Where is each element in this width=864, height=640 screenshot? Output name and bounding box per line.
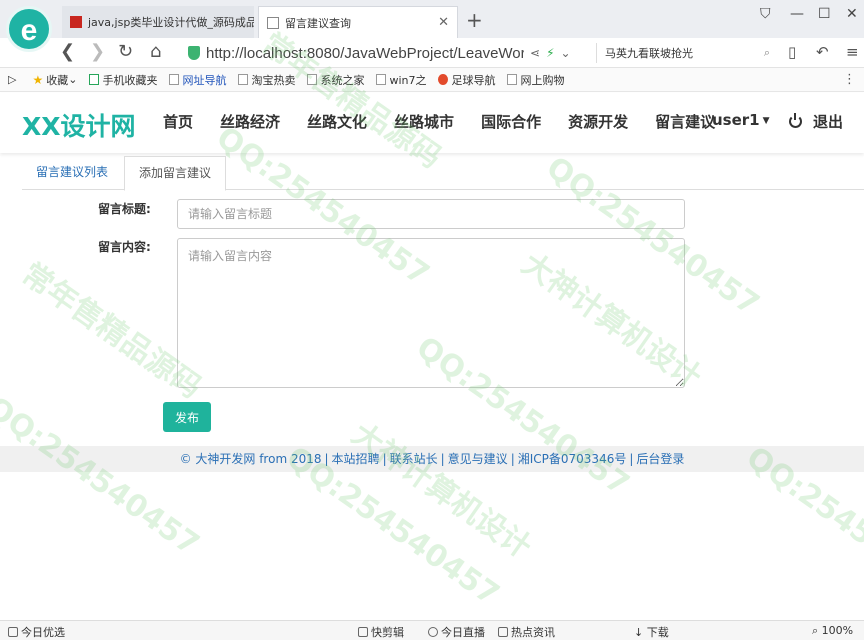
username: user1	[712, 111, 760, 129]
bookmarks-toggle-icon[interactable]: ▷	[8, 73, 16, 86]
dropdown-icon[interactable]: ⌄	[561, 46, 571, 60]
user-menu[interactable]: user1 ▼	[712, 111, 770, 129]
status-bar: 今日优选 快剪辑 今日直播 热点资讯 ↓ 下载 ⌕ 100%	[0, 620, 864, 640]
back-icon[interactable]: ❮	[60, 41, 75, 62]
security-shield-icon	[188, 46, 200, 60]
publish-button[interactable]: 发布	[163, 402, 211, 432]
undo-icon[interactable]: ↶	[816, 43, 829, 61]
tab-close-icon[interactable]: ✕	[438, 15, 449, 30]
lightning-icon[interactable]: ⚡	[546, 46, 554, 60]
page-icon	[238, 74, 249, 85]
bookmark-nav[interactable]: 网址导航	[169, 72, 226, 88]
site-logo[interactable]: XX设计网	[22, 107, 136, 143]
status-left[interactable]: 今日优选	[8, 624, 65, 640]
nav-economy[interactable]: 丝路经济	[220, 111, 280, 132]
football-icon	[438, 74, 449, 85]
share-icon[interactable]: ⋖	[530, 46, 540, 60]
page-icon	[507, 74, 518, 85]
nav-feedback[interactable]: 留言建议	[655, 111, 715, 132]
status-download[interactable]: ↓ 下载	[634, 624, 669, 640]
url-text[interactable]: http://localhost:8080/JavaWebProject/Lea…	[206, 45, 524, 62]
status-quick-clip[interactable]: 快剪辑	[358, 624, 404, 640]
power-icon	[789, 113, 802, 128]
footer-icp[interactable]: 湘ICP备0703346号	[518, 452, 627, 466]
tab-title: 留言建议查询	[285, 16, 351, 30]
phone-icon[interactable]: ▯	[788, 43, 796, 61]
search-icon[interactable]: ⌕	[764, 46, 770, 60]
subtabs: 留言建议列表 添加留言建议	[22, 156, 864, 191]
home-icon[interactable]: ⌂	[150, 41, 161, 62]
tab-title: java,jsp类毕业设计代做_源码成品	[88, 16, 254, 29]
nav-culture[interactable]: 丝路文化	[307, 111, 367, 132]
page-icon	[169, 74, 180, 85]
nav-home[interactable]: 首页	[163, 111, 193, 132]
more-icon[interactable]: ⋮	[843, 72, 856, 87]
bookmarks-bar: ▷ ★ 收藏 ⌄ 手机收藏夹 网址导航 淘宝热卖 系统之家 win7之 足球导航 网…	[0, 68, 864, 92]
play-icon	[428, 627, 438, 637]
page-icon	[307, 74, 318, 85]
bookmark-football[interactable]: 足球导航	[438, 72, 495, 88]
url-field[interactable]: http://localhost:8080/JavaWebProject/Lea…	[188, 41, 590, 65]
status-zoom[interactable]: ⌕ 100%	[812, 624, 853, 638]
minimize-icon[interactable]: —	[790, 6, 804, 22]
tab-add-feedback[interactable]: 添加留言建议	[124, 156, 227, 191]
logout-label: 退出	[813, 113, 844, 131]
maximize-icon[interactable]: ☐	[818, 6, 831, 22]
status-news[interactable]: 热点资讯	[498, 624, 555, 640]
search-field[interactable]: 马英九看联坡抢光 ⌕	[596, 43, 770, 63]
footer-copyright[interactable]: © 大神开发网 from 2018	[180, 452, 322, 466]
site-nav: 首页 丝路经济 丝路文化 丝路城市 国际合作 资源开发 留言建议	[163, 111, 742, 132]
browser-logo-icon[interactable]: e	[6, 6, 52, 52]
star-icon: ★	[32, 72, 44, 87]
footer-link-admin[interactable]: 后台登录	[636, 452, 684, 466]
browser-tab-2[interactable]: 留言建议查询 ✕	[258, 6, 458, 38]
scissors-icon	[358, 627, 368, 637]
title-label: 留言标题:	[98, 202, 151, 216]
caret-down-icon: ▼	[762, 115, 770, 126]
site-favicon-icon	[70, 16, 82, 28]
window-close-icon[interactable]: ✕	[846, 6, 858, 22]
new-tab-icon[interactable]: +	[466, 8, 483, 32]
bookmark-shopping[interactable]: 网上购物	[507, 72, 564, 88]
tab-feedback-list[interactable]: 留言建议列表	[22, 156, 122, 190]
nav-resources[interactable]: 资源开发	[568, 111, 628, 132]
bookmark-taobao[interactable]: 淘宝热卖	[238, 72, 295, 88]
search-suggestion[interactable]: 马英九看联坡抢光	[605, 45, 693, 61]
footer-link-jobs[interactable]: 本站招聘	[332, 452, 380, 466]
bookmark-system[interactable]: 系统之家	[307, 72, 364, 88]
footer-link-suggestions[interactable]: 意见与建议	[448, 452, 508, 466]
forward-icon[interactable]: ❯	[90, 41, 105, 62]
reload-icon[interactable]: ↻	[118, 41, 133, 62]
site-header: XX设计网 首页 丝路经济 丝路文化 丝路城市 国际合作 资源开发 留言建议 u…	[0, 93, 864, 153]
title-input[interactable]	[177, 199, 685, 229]
skin-icon[interactable]: ⛉	[760, 6, 771, 22]
browser-tab-bar: e java,jsp类毕业设计代做_源码成品 留言建议查询 ✕ + ⛉ — ☐ …	[0, 0, 864, 52]
menu-icon[interactable]: ≡	[846, 43, 859, 61]
bookmark-mobile[interactable]: 手机收藏夹	[89, 72, 157, 88]
zoom-icon: ⌕	[812, 624, 822, 637]
watermark: 大神计算机设计	[345, 416, 538, 566]
nav-cooperation[interactable]: 国际合作	[481, 111, 541, 132]
status-live[interactable]: 今日直播	[428, 624, 485, 640]
bookmark-favorites[interactable]: ★ 收藏 ⌄	[32, 72, 77, 88]
logout-button[interactable]: 退出	[789, 111, 843, 132]
content-label: 留言内容:	[98, 240, 151, 254]
nav-cities[interactable]: 丝路城市	[394, 111, 454, 132]
site-footer: © 大神开发网 from 2018 | 本站招聘 | 联系站长 | 意见与建议 | 湘ICP备0…	[0, 446, 864, 472]
footer-link-contact[interactable]: 联系站长	[390, 452, 438, 466]
page-icon	[376, 74, 387, 85]
grid-icon	[8, 627, 18, 637]
bookmark-win7[interactable]: win7之	[376, 72, 426, 88]
address-bar: ❮ ❯ ↻ ⌂ http://localhost:8080/JavaWebPro…	[0, 38, 864, 68]
download-icon: ↓	[634, 626, 647, 639]
browser-tab-1[interactable]: java,jsp类毕业设计代做_源码成品	[62, 6, 254, 38]
mobile-icon	[89, 74, 100, 85]
news-icon	[498, 627, 508, 637]
content-textarea[interactable]	[177, 238, 685, 388]
page-favicon-icon	[267, 16, 279, 29]
